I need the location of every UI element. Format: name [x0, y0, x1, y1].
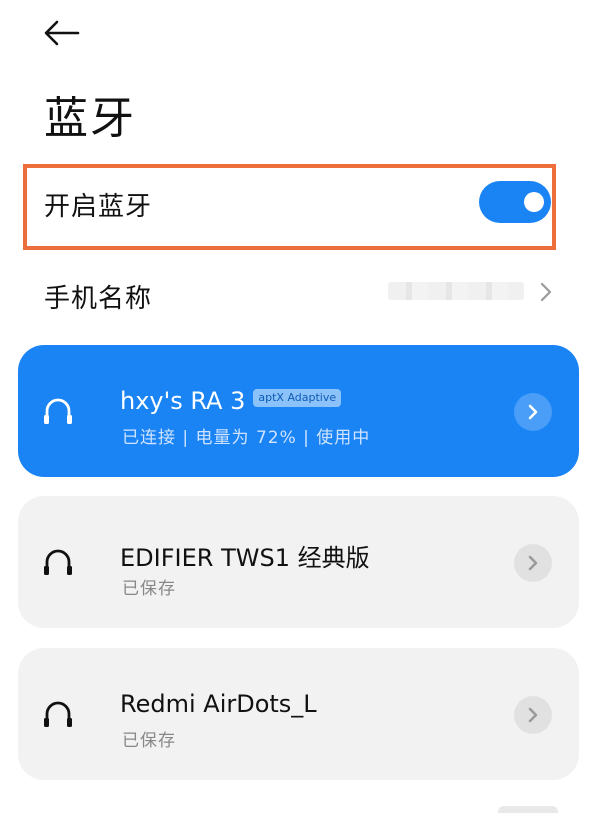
device-status: 已保存 — [122, 731, 176, 751]
back-button[interactable] — [40, 14, 84, 54]
phone-name-row[interactable]: 手机名称 — [0, 262, 607, 322]
device-details-button[interactable] — [514, 544, 552, 582]
device-details-button[interactable] — [514, 393, 552, 431]
device-status: 已保存 — [122, 579, 176, 599]
page-title: 蓝牙 — [44, 93, 136, 144]
chevron-right-icon — [528, 404, 538, 420]
chevron-right-icon — [528, 707, 538, 723]
phone-name-value — [388, 282, 524, 300]
codec-badge: aptX Adaptive — [253, 389, 342, 407]
device-card-redmi-airdots[interactable]: Redmi AirDots_L 已保存 — [18, 648, 579, 780]
device-card-hxy-ra3[interactable]: hxy's RA 3 aptX Adaptive 已连接 | 电量为 72% | … — [18, 345, 579, 477]
bluetooth-toggle[interactable] — [479, 181, 551, 223]
headphones-icon — [44, 701, 72, 727]
bluetooth-toggle-label: 开启蓝牙 — [44, 192, 153, 222]
headphones-icon — [44, 549, 72, 575]
headphones-icon — [44, 398, 72, 424]
next-card-edge — [498, 806, 558, 813]
device-name-text: hxy's RA 3 — [120, 387, 246, 415]
chevron-right-icon — [528, 555, 538, 571]
device-name: Redmi AirDots_L — [120, 690, 317, 718]
back-arrow-icon — [44, 20, 80, 46]
device-details-button[interactable] — [514, 696, 552, 734]
toggle-knob — [524, 192, 544, 212]
phone-name-label: 手机名称 — [44, 284, 153, 314]
device-name: hxy's RA 3 aptX Adaptive — [120, 387, 342, 415]
device-name: EDIFIER TWS1 经典版 — [120, 544, 370, 572]
device-card-edifier[interactable]: EDIFIER TWS1 经典版 已保存 — [18, 496, 579, 628]
chevron-right-icon — [540, 282, 552, 302]
device-status: 已连接 | 电量为 72% | 使用中 — [122, 428, 371, 448]
